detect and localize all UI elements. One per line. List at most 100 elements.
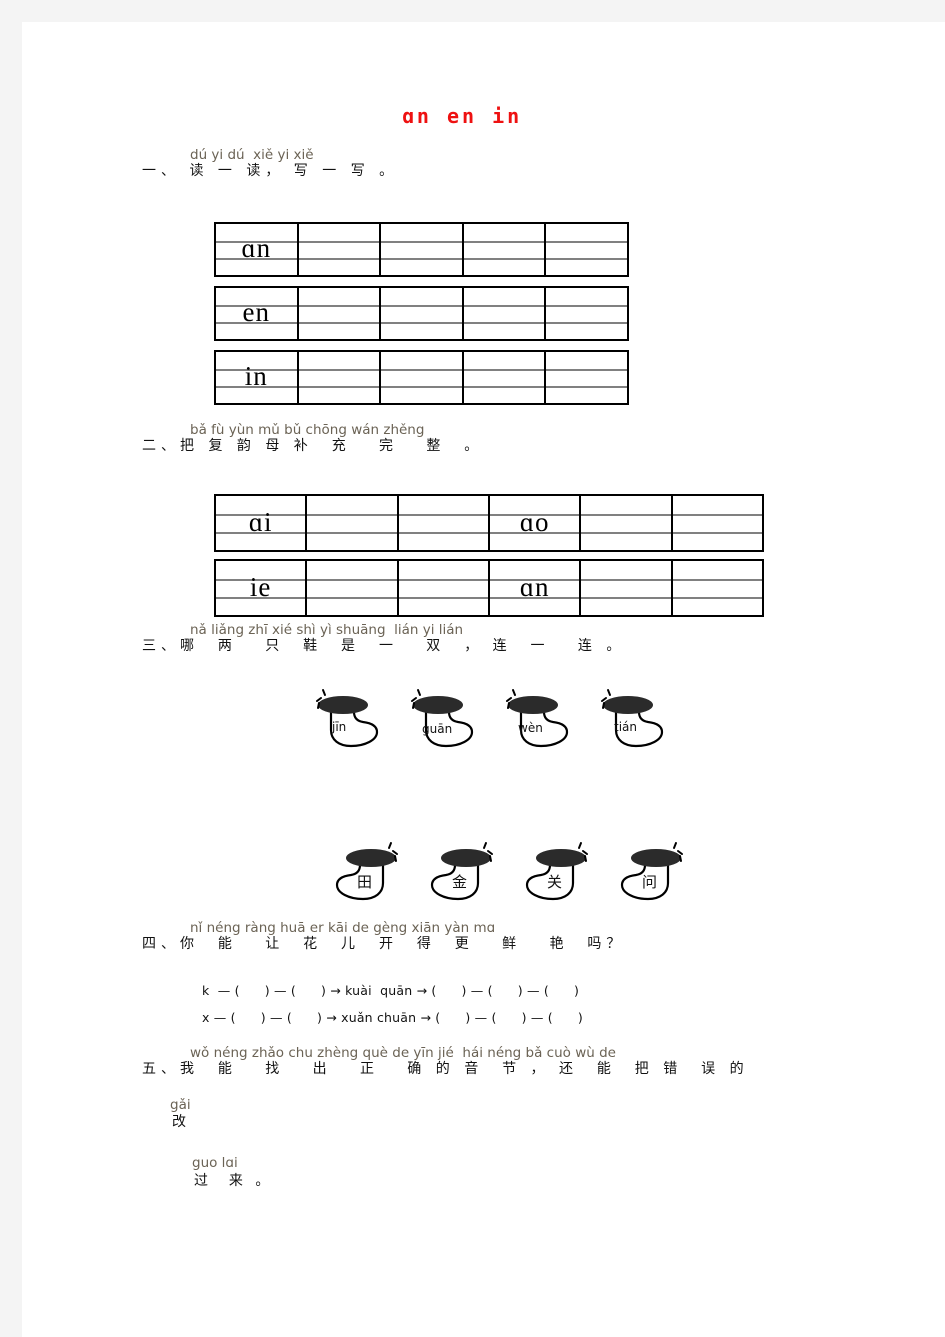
grid-cell[interactable] [298, 224, 382, 275]
sock-icon [316, 689, 379, 748]
page-title: ɑn en in [22, 104, 902, 128]
section-5-hanzi-cont-2: 过 来 。 [194, 1173, 274, 1189]
grid-cell-text [299, 224, 380, 275]
grid-cell-text [673, 561, 762, 615]
grid-cell[interactable]: ɑn [489, 561, 582, 615]
boot-item[interactable]: 田 [317, 837, 409, 909]
section-5-pinyin-cont: gǎi [170, 1097, 191, 1113]
grid-cell-text [581, 496, 670, 550]
boot-label: guān [422, 722, 453, 736]
boot-item[interactable]: 关 [507, 837, 599, 909]
pinyin-grid-in[interactable]: in [214, 350, 629, 405]
section-1: dú yi dú xiě yi xiě 一、 读 一 读， 写 一 写 。 [22, 147, 945, 180]
section-2: bǎ fù yùn mǔ bǔ chōng wán zhěng 二、把 复 韵 … [22, 422, 945, 455]
worksheet-page: ɑn en in dú yi dú xiě yi xiě 一、 读 一 读， 写… [22, 22, 945, 1337]
section-5-heading: wǒ néng zhǎo chu zhèng què de yīn jié há… [22, 1045, 945, 1078]
section-1-heading: dú yi dú xiě yi xiě 一、 读 一 读， 写 一 写 。 [22, 147, 945, 180]
sock-icon [506, 689, 569, 748]
boot-label: 田 [357, 873, 373, 891]
grid-cell-text: en [242, 297, 271, 327]
grid-cell[interactable] [381, 288, 464, 339]
boot-item[interactable]: wèn [495, 684, 587, 756]
grid-cell-text [464, 224, 545, 275]
boot-item[interactable]: tián [590, 684, 682, 756]
boot-item[interactable]: 金 [412, 837, 504, 909]
grid-cell-text [381, 288, 462, 339]
grid-cell-text [546, 224, 627, 275]
section-4-hanzi: 四、你 能 让 花 儿 开 得 更 鲜 艳 吗？ [142, 936, 626, 952]
grid-cell[interactable] [672, 496, 762, 550]
grid-cell-text: ɑn [519, 571, 550, 602]
section-3: nǎ liǎng zhī xié shì yì shuāng lián yi l… [22, 622, 945, 655]
section-5-pinyin: wǒ néng zhǎo chu zhèng què de yīn jié há… [190, 1045, 616, 1061]
boot-label: 关 [547, 873, 563, 891]
grid-cell-text [464, 352, 545, 403]
grid-cell-text: ɑo [519, 506, 550, 537]
grid-cell[interactable] [463, 352, 547, 403]
boot-item[interactable]: guān [400, 684, 492, 756]
grid-cell[interactable] [398, 496, 490, 550]
boot-label: tián [614, 720, 637, 734]
section-3-heading: nǎ liǎng zhī xié shì yì shuāng lián yi l… [22, 622, 945, 655]
exercise-line-k[interactable]: k — ( ) — ( ) → kuài quān → ( ) — ( ) — … [202, 983, 579, 998]
grid-cell-text [399, 561, 488, 615]
grid-cell[interactable] [381, 352, 464, 403]
section-5-hanzi-cont: 改 [172, 1114, 186, 1130]
boot-item[interactable]: jīn [305, 684, 397, 756]
grid-cell[interactable] [307, 496, 399, 550]
grid-cell[interactable]: ɑi [216, 496, 308, 550]
grid-cell-text [299, 352, 380, 403]
exercise-line-x[interactable]: x — ( ) — ( ) → xuǎn chuān → ( ) — ( ) —… [202, 1010, 583, 1025]
section-5-hanzi: 五、我 能 找 出 正 确 的 音 节 ， 还 能 把 错 误 的 [142, 1061, 749, 1077]
grid-cell[interactable]: in [216, 352, 299, 403]
grid-cell[interactable] [298, 288, 382, 339]
grid-cell[interactable] [546, 224, 627, 275]
grid-cell[interactable] [307, 561, 399, 615]
grid-cell[interactable] [381, 224, 464, 275]
section-3-hanzi: 三、哪 两 只 鞋 是 一 双 ， 连 一 连 。 [142, 638, 626, 654]
grid-cell[interactable]: en [216, 288, 299, 339]
grid-cell-text: ie [249, 571, 272, 602]
grid-cell-text [399, 496, 488, 550]
section-4-heading: nǐ néng ràng huā er kāi de gèng xiān yàn… [22, 920, 945, 953]
grid-cell-text [307, 496, 396, 550]
page-title-text: ɑn en in [401, 104, 523, 128]
grid-cell-text [381, 352, 462, 403]
sock-icon [411, 689, 474, 748]
grid-cell[interactable] [298, 352, 382, 403]
grid-cell[interactable] [546, 352, 627, 403]
grid-cell-text [299, 288, 380, 339]
grid-cell-text: ɑi [248, 506, 273, 537]
pinyin-grid-an[interactable]: ɑn [214, 222, 629, 277]
grid-cell[interactable] [581, 561, 673, 615]
section-4-pinyin: nǐ néng ràng huā er kāi de gèng xiān yàn… [190, 920, 496, 936]
grid-cell[interactable]: ɑo [489, 496, 582, 550]
grid-cell-text [581, 561, 670, 615]
grid-cell-text [381, 224, 462, 275]
grid-cell[interactable]: ɑn [216, 224, 299, 275]
grid-cell[interactable] [581, 496, 673, 550]
section-2-pinyin: bǎ fù yùn mǔ bǔ chōng wán zhěng [190, 422, 425, 438]
grid-cell[interactable] [546, 288, 627, 339]
section-1-hanzi: 一、 读 一 读， 写 一 写 。 [142, 163, 399, 179]
grid-cell[interactable] [398, 561, 490, 615]
grid-cell[interactable] [463, 288, 547, 339]
boot-row-hanzi: 田 金 关 问 [22, 837, 945, 909]
grid-cell[interactable]: ie [216, 561, 308, 615]
grid-cell[interactable] [463, 224, 547, 275]
grid-cell-text: ɑn [241, 233, 272, 263]
section-2-hanzi: 二、把 复 韵 母 补 充 完 整 。 [142, 438, 484, 454]
pinyin-grid-en[interactable]: en [214, 286, 629, 341]
section-5: wǒ néng zhǎo chu zhèng què de yīn jié há… [22, 1045, 945, 1078]
grid-cell[interactable] [672, 561, 762, 615]
boot-label: wèn [518, 721, 543, 735]
section-2-heading: bǎ fù yùn mǔ bǔ chōng wán zhěng 二、把 复 韵 … [22, 422, 945, 455]
pinyin-grid-compound-2[interactable]: ie ɑn [214, 559, 764, 617]
section-3-pinyin: nǎ liǎng zhī xié shì yì shuāng lián yi l… [190, 622, 464, 638]
grid-cell-text [464, 288, 545, 339]
boot-row-pinyin: jīn guān wèn tián [22, 684, 945, 756]
grid-cell-text [673, 496, 762, 550]
boot-item[interactable]: 问 [602, 837, 694, 909]
grid-cell-text [307, 561, 396, 615]
pinyin-grid-compound-1[interactable]: ɑi ɑo [214, 494, 764, 552]
